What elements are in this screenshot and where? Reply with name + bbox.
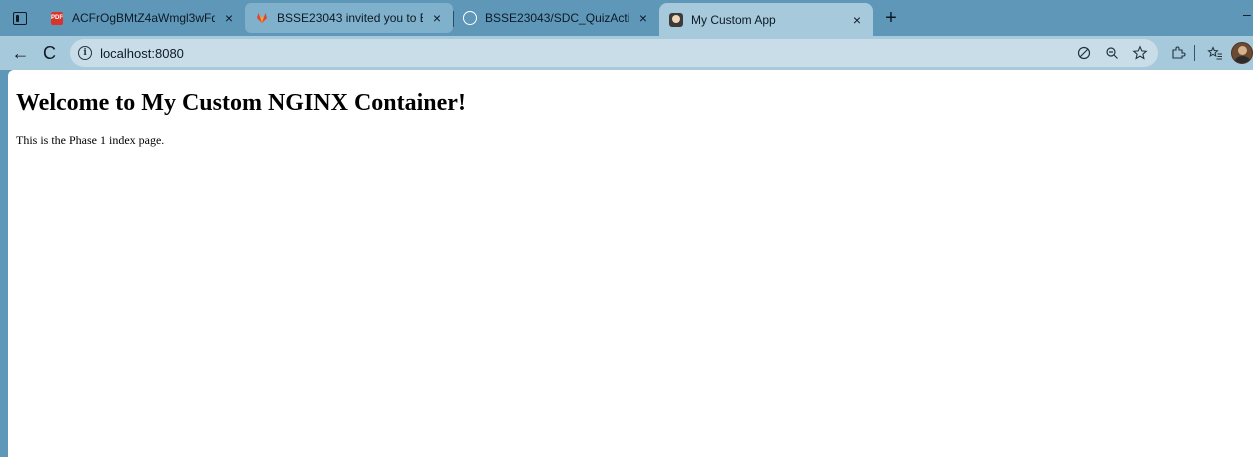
browser-toolbar: ← C i localhost:8080 (0, 36, 1253, 70)
back-button[interactable]: ← (8, 40, 33, 66)
tab-my-custom-app[interactable]: My Custom App × (659, 3, 873, 36)
refresh-button[interactable]: C (37, 40, 62, 66)
tab-gitlab-invite[interactable]: BSSE23043 invited you to BSSE23 × (245, 3, 453, 33)
toolbar-divider (1194, 45, 1196, 61)
site-info-icon[interactable]: i (78, 46, 93, 60)
profile-avatar[interactable] (1231, 42, 1253, 64)
favorites-icon[interactable] (1203, 41, 1227, 65)
toolbar-right (1162, 41, 1253, 65)
tracking-prevention-icon[interactable] (1072, 41, 1096, 65)
minimize-button[interactable]: – (1243, 4, 1253, 24)
address-bar[interactable]: i localhost:8080 (70, 39, 1159, 67)
nginx-icon (669, 12, 683, 27)
close-icon[interactable]: × (849, 12, 865, 28)
tab-title: My Custom App (691, 12, 776, 27)
favorite-star-icon[interactable] (1128, 41, 1152, 65)
close-icon[interactable]: × (429, 10, 445, 26)
tab-actions-icon (13, 11, 27, 25)
close-icon[interactable]: × (635, 10, 651, 26)
zoom-icon[interactable] (1100, 41, 1124, 65)
tab-actions-button[interactable] (0, 0, 40, 36)
tab-title: BSSE23043/SDC_QuizActivity-2 (485, 11, 629, 25)
pdf-icon: PDF (50, 11, 64, 25)
page-paragraph: This is the Phase 1 index page. (16, 133, 165, 147)
close-icon[interactable]: × (221, 10, 237, 26)
page-viewport: Welcome to My Custom NGINX Container! Th… (8, 70, 1253, 457)
tab-strip: PDF ACFrOgBMtZ4aWmgl3wFqqgIBzt × BSSE230… (0, 0, 1253, 36)
new-tab-button[interactable]: + (877, 0, 905, 36)
gitlab-icon (255, 11, 269, 25)
address-bar-actions (1068, 41, 1158, 65)
page-heading: Welcome to My Custom NGINX Container! (16, 90, 466, 116)
tab-github-repo[interactable]: BSSE23043/SDC_QuizActivity-2 × (453, 3, 659, 33)
tab-title: ACFrOgBMtZ4aWmgl3wFqqgIBzt (72, 11, 215, 25)
tab-title: BSSE23043 invited you to BSSE23 (277, 11, 423, 25)
url-text[interactable]: localhost:8080 (100, 46, 184, 61)
extensions-icon[interactable] (1166, 41, 1190, 65)
page-content: Welcome to My Custom NGINX Container! Th… (8, 70, 1253, 168)
tab-pdf[interactable]: PDF ACFrOgBMtZ4aWmgl3wFqqgIBzt × (40, 3, 245, 33)
browser-window: PDF ACFrOgBMtZ4aWmgl3wFqqgIBzt × BSSE230… (0, 0, 1253, 457)
github-icon (463, 11, 477, 25)
